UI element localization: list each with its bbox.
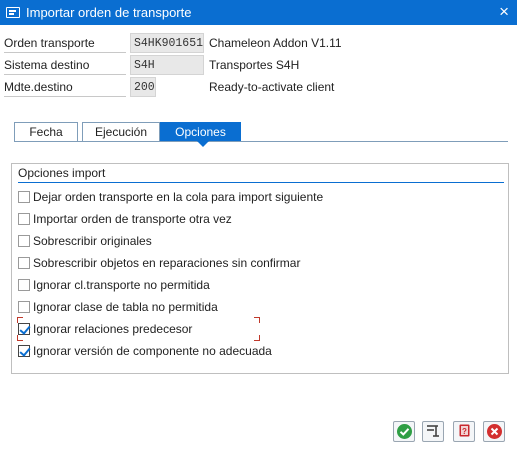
option-ignore-component-version[interactable]: Ignorar versión de componente no adecuad… bbox=[18, 342, 272, 360]
tab-opciones[interactable]: Opciones bbox=[160, 122, 241, 142]
option-label: Ignorar relaciones predecesor bbox=[33, 322, 193, 336]
target-client-description: Ready-to-activate client bbox=[209, 80, 335, 94]
tab-ejecucion[interactable]: Ejecución bbox=[82, 122, 160, 142]
cancel-icon bbox=[486, 424, 502, 439]
help-button[interactable]: ? bbox=[453, 421, 475, 442]
option-label: Dejar orden transporte en la cola para i… bbox=[33, 190, 324, 204]
option-label: Sobrescribir objetos en reparaciones sin… bbox=[33, 256, 301, 270]
checkbox[interactable] bbox=[18, 235, 30, 247]
transport-order-label: Orden transporte bbox=[4, 33, 126, 53]
option-overwrite-unconfirmed-repairs[interactable]: Sobrescribir objetos en reparaciones sin… bbox=[18, 254, 300, 272]
option-ignore-predecessor[interactable]: Ignorar relaciones predecesor bbox=[18, 320, 192, 338]
target-client-label: Mdte.destino bbox=[4, 77, 126, 97]
transport-order-field: S4HK901651 bbox=[130, 33, 204, 53]
option-ignore-table-class[interactable]: Ignorar clase de tabla no permitida bbox=[18, 298, 218, 316]
tab-fecha[interactable]: Fecha bbox=[14, 122, 78, 142]
cancel-button[interactable] bbox=[483, 421, 505, 442]
transport-order-description: Chameleon Addon V1.11 bbox=[209, 36, 342, 50]
title-bar: Importar orden de transporte × bbox=[0, 0, 517, 25]
checkbox-checked[interactable] bbox=[18, 345, 30, 357]
execute-in-background-button[interactable] bbox=[422, 421, 444, 442]
svg-text:?: ? bbox=[462, 427, 467, 436]
target-client-field: 200 bbox=[130, 77, 156, 97]
field-row-transport-order: Orden transporte S4HK901651 Chameleon Ad… bbox=[0, 33, 517, 53]
checkbox[interactable] bbox=[18, 191, 30, 203]
option-label: Ignorar clase de tabla no permitida bbox=[33, 300, 218, 314]
execute-icon bbox=[425, 423, 441, 441]
option-label: Importar orden de transporte otra vez bbox=[33, 212, 232, 226]
close-icon[interactable]: × bbox=[499, 3, 509, 21]
checkbox[interactable] bbox=[18, 213, 30, 225]
option-overwrite-originals[interactable]: Sobrescribir originales bbox=[18, 232, 152, 250]
import-options-group: Opciones import Dejar orden transporte e… bbox=[11, 163, 509, 374]
checkbox[interactable] bbox=[18, 257, 30, 269]
option-ignore-transport-class[interactable]: Ignorar cl.transporte no permitida bbox=[18, 276, 210, 294]
window-menu-icon[interactable] bbox=[6, 7, 20, 18]
checkbox[interactable] bbox=[18, 301, 30, 313]
check-icon bbox=[396, 424, 412, 439]
field-row-target-client: Mdte.destino 200 Ready-to-activate clien… bbox=[0, 77, 517, 97]
help-book-icon: ? bbox=[457, 423, 472, 441]
target-system-label: Sistema destino bbox=[4, 55, 126, 75]
group-title-underline bbox=[18, 182, 504, 183]
active-tab-pointer-icon bbox=[197, 141, 209, 147]
window-title: Importar orden de transporte bbox=[26, 5, 192, 20]
option-label: Ignorar cl.transporte no permitida bbox=[33, 278, 210, 292]
option-import-again[interactable]: Importar orden de transporte otra vez bbox=[18, 210, 232, 228]
option-label: Ignorar versión de componente no adecuad… bbox=[33, 344, 272, 358]
confirm-button[interactable] bbox=[393, 421, 415, 442]
tab-divider bbox=[14, 141, 508, 142]
checkbox[interactable] bbox=[18, 279, 30, 291]
checkbox-checked[interactable] bbox=[18, 323, 30, 335]
target-system-field: S4H bbox=[130, 55, 204, 75]
option-label: Sobrescribir originales bbox=[33, 234, 152, 248]
option-leave-in-queue[interactable]: Dejar orden transporte en la cola para i… bbox=[18, 188, 323, 206]
group-title: Opciones import bbox=[18, 166, 106, 180]
field-row-target-system: Sistema destino S4H Transportes S4H bbox=[0, 55, 517, 75]
target-system-description: Transportes S4H bbox=[209, 58, 300, 72]
